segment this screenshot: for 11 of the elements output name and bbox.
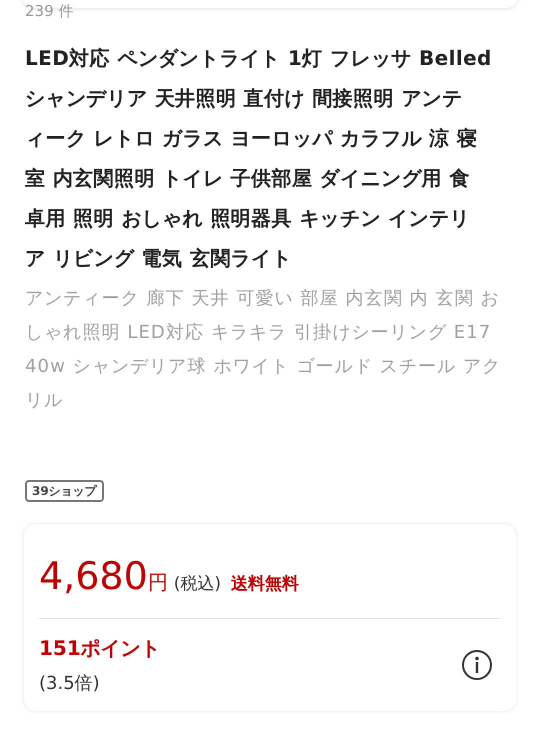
product-title: LED対応 ペンダントライト 1灯 フレッサ Belled シャンデリア 天井照明 直付け 間接照明 アンテ ィーク レトロ ガラス ヨーロッパ カラフル 涼 寝 室 内玄関照明 トイレ 子供部屋 ダイニング用 食 卓用 照明 おしゃれ 照明器具 キッチン インテリ ア リビング 電気 玄関ライト (25, 45, 493, 272)
product-description: アンティーク 廊下 天井 可愛い 部屋 内玄関 内 玄関 おしゃれ照明 LED対応 キラキラ 引掛けシーリング E17 40w シャンデリア球 ホワイト ゴールド スチール アクリル (25, 287, 502, 413)
shop-badge: 39ショップ (25, 480, 104, 502)
result-count: 239 件 (25, 2, 74, 20)
info-icon[interactable] (461, 649, 493, 681)
points-multiplier: (3.5倍) (39, 672, 101, 696)
price: 4,680 (39, 554, 148, 598)
points: 151ポイント (39, 635, 161, 662)
tax-note: (税込) (174, 573, 222, 596)
currency-unit: 円 (148, 569, 168, 596)
free-shipping-label: 送料無料 (231, 573, 300, 596)
